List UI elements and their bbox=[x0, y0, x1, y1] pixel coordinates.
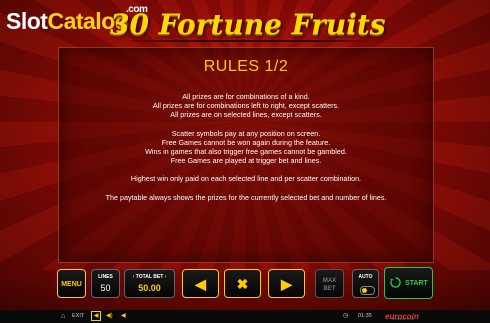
autoplay-button[interactable]: AUTO bbox=[352, 269, 379, 298]
total-bet-label-text: TOTAL BET bbox=[135, 274, 164, 280]
rules-line: Highest win only paid on each selected l… bbox=[130, 174, 362, 184]
lines-value: 50 bbox=[100, 283, 111, 293]
total-bet-value: 50.00 bbox=[138, 283, 161, 293]
rules-line: Wins in games that also trigger free gam… bbox=[145, 147, 347, 157]
total-bet-display[interactable]: ‹ TOTAL BET › 50.00 bbox=[124, 269, 175, 298]
spin-icon bbox=[390, 277, 401, 288]
arrow-left-icon: ◀ bbox=[195, 276, 206, 292]
rules-text: All prizes are for combinations of a kin… bbox=[69, 92, 423, 211]
total-bet-label: ‹ TOTAL BET › bbox=[125, 274, 174, 280]
rules-line: All prizes are for combinations left to … bbox=[152, 101, 340, 111]
clock-icon: ◷ bbox=[343, 313, 349, 319]
sound-toggle-icon[interactable]: ◀ bbox=[91, 311, 101, 321]
rules-paragraph-2: Scatter symbols pay at any position on s… bbox=[69, 129, 423, 166]
volume-down-icon[interactable]: ◀ bbox=[121, 310, 126, 323]
lines-display[interactable]: LINES 50 bbox=[91, 269, 120, 298]
rules-line: Free Games cannot be won again during th… bbox=[161, 137, 331, 147]
rules-line: All prizes are on selected lines, except… bbox=[170, 110, 322, 120]
close-icon: ✖ bbox=[236, 276, 249, 292]
menu-button[interactable]: MENU bbox=[57, 269, 86, 298]
rules-paragraph-1: All prizes are for combinations of a kin… bbox=[69, 92, 423, 120]
rules-paragraph-3: Highest win only paid on each selected l… bbox=[69, 174, 423, 183]
bet-increase-icon[interactable]: › bbox=[165, 274, 167, 280]
next-page-button[interactable]: ▶ bbox=[268, 269, 305, 298]
max-bet-button[interactable]: MAX BET bbox=[315, 269, 344, 298]
watermark-part1: Slot bbox=[6, 8, 48, 34]
lines-label: LINES bbox=[98, 274, 113, 280]
start-button[interactable]: START bbox=[384, 267, 433, 299]
eurocoin-logo-sub: INTERACTIVE bbox=[392, 318, 415, 321]
max-bet-line1: MAX bbox=[322, 278, 337, 284]
logo-underline bbox=[125, 40, 370, 42]
home-icon[interactable]: ⌂ bbox=[61, 310, 65, 323]
rules-line: Scatter symbols pay at any position on s… bbox=[171, 128, 321, 138]
game-logo: 30 Fortune Fruits bbox=[110, 8, 386, 41]
arrow-right-icon: ▶ bbox=[281, 276, 292, 292]
max-bet-line2: BET bbox=[323, 286, 336, 292]
rules-line: The paytable always shows the prizes for… bbox=[105, 192, 387, 202]
auto-toggle-icon bbox=[360, 286, 375, 295]
bet-decrease-icon[interactable]: ‹ bbox=[133, 274, 135, 280]
exit-link[interactable]: EXIT bbox=[72, 310, 84, 323]
start-label: START bbox=[405, 280, 428, 287]
rules-paragraph-4: The paytable always shows the prizes for… bbox=[69, 193, 423, 202]
eurocoin-logo: eurocoin bbox=[385, 312, 419, 321]
volume-icon[interactable]: ◀) bbox=[106, 310, 113, 323]
rules-line: All prizes are for combinations of a kin… bbox=[182, 92, 310, 101]
auto-label: AUTO bbox=[358, 274, 373, 280]
previous-page-button[interactable]: ◀ bbox=[182, 269, 219, 298]
rules-panel: RULES 1/2 All prizes are for combination… bbox=[58, 47, 434, 263]
rules-line: Free Games are played at trigger bet and… bbox=[170, 156, 322, 166]
clock-time: 01:35 bbox=[358, 313, 372, 319]
rules-title: RULES 1/2 bbox=[203, 58, 289, 75]
footer-bar: ⌂ EXIT ◀ ◀) ◀ ◷ 01:35 eurocoin INTERACTI… bbox=[0, 310, 490, 323]
close-button[interactable]: ✖ bbox=[224, 269, 261, 298]
